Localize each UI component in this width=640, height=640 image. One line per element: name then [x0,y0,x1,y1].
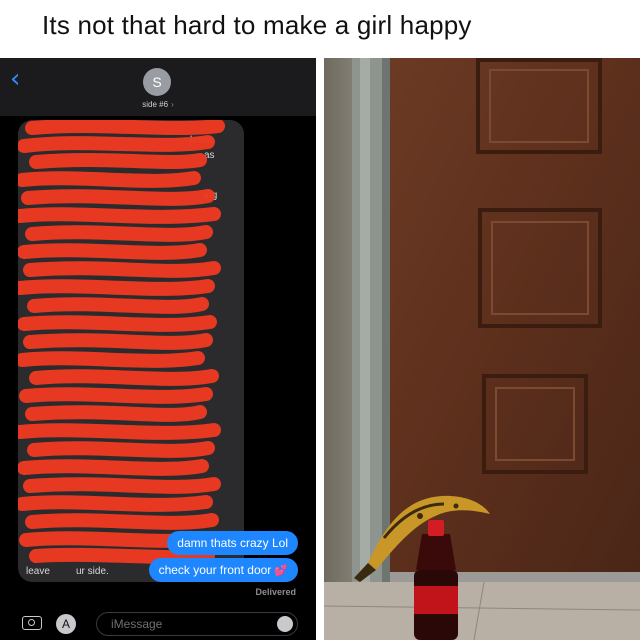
sent-message-text: check your front door [158,563,272,577]
received-message-bubble: know as ing leave ur side. [18,120,244,582]
delivered-status: Delivered [255,587,296,597]
door-photo [324,58,640,640]
contact-name-label: side #6 [142,100,169,109]
chat-screenshot: ‹ S side #6› know as ing leave ur side. [0,58,316,640]
caption-text: Its not that hard to make a girl happy [42,10,472,40]
hearts-emoji-icon: 💕 [274,565,288,577]
door-scene [324,58,640,640]
imessage-input[interactable]: iMessage [96,612,298,636]
camera-icon[interactable] [22,616,42,630]
sent-message-text: damn thats crazy Lol [177,536,288,550]
sent-message-bubble: check your front door 💕 [148,558,298,582]
sent-message-bubble: damn thats crazy Lol [167,531,298,555]
redaction-scribble [18,120,225,565]
chevron-right-icon: › [171,100,174,109]
audio-waveform-icon[interactable] [277,616,293,632]
chat-header: ‹ S side #6 › [0,58,316,116]
meme-caption: Its not that hard to make a girl happy [0,0,640,58]
message-input-bar: A iMessage [0,602,316,640]
chevron-left-icon[interactable]: ‹ [10,64,20,94]
imessage-placeholder: iMessage [111,617,163,631]
avatar[interactable]: S [143,68,171,96]
contact-name[interactable]: side #6 › [0,100,316,109]
app-store-icon[interactable]: A [56,614,76,634]
